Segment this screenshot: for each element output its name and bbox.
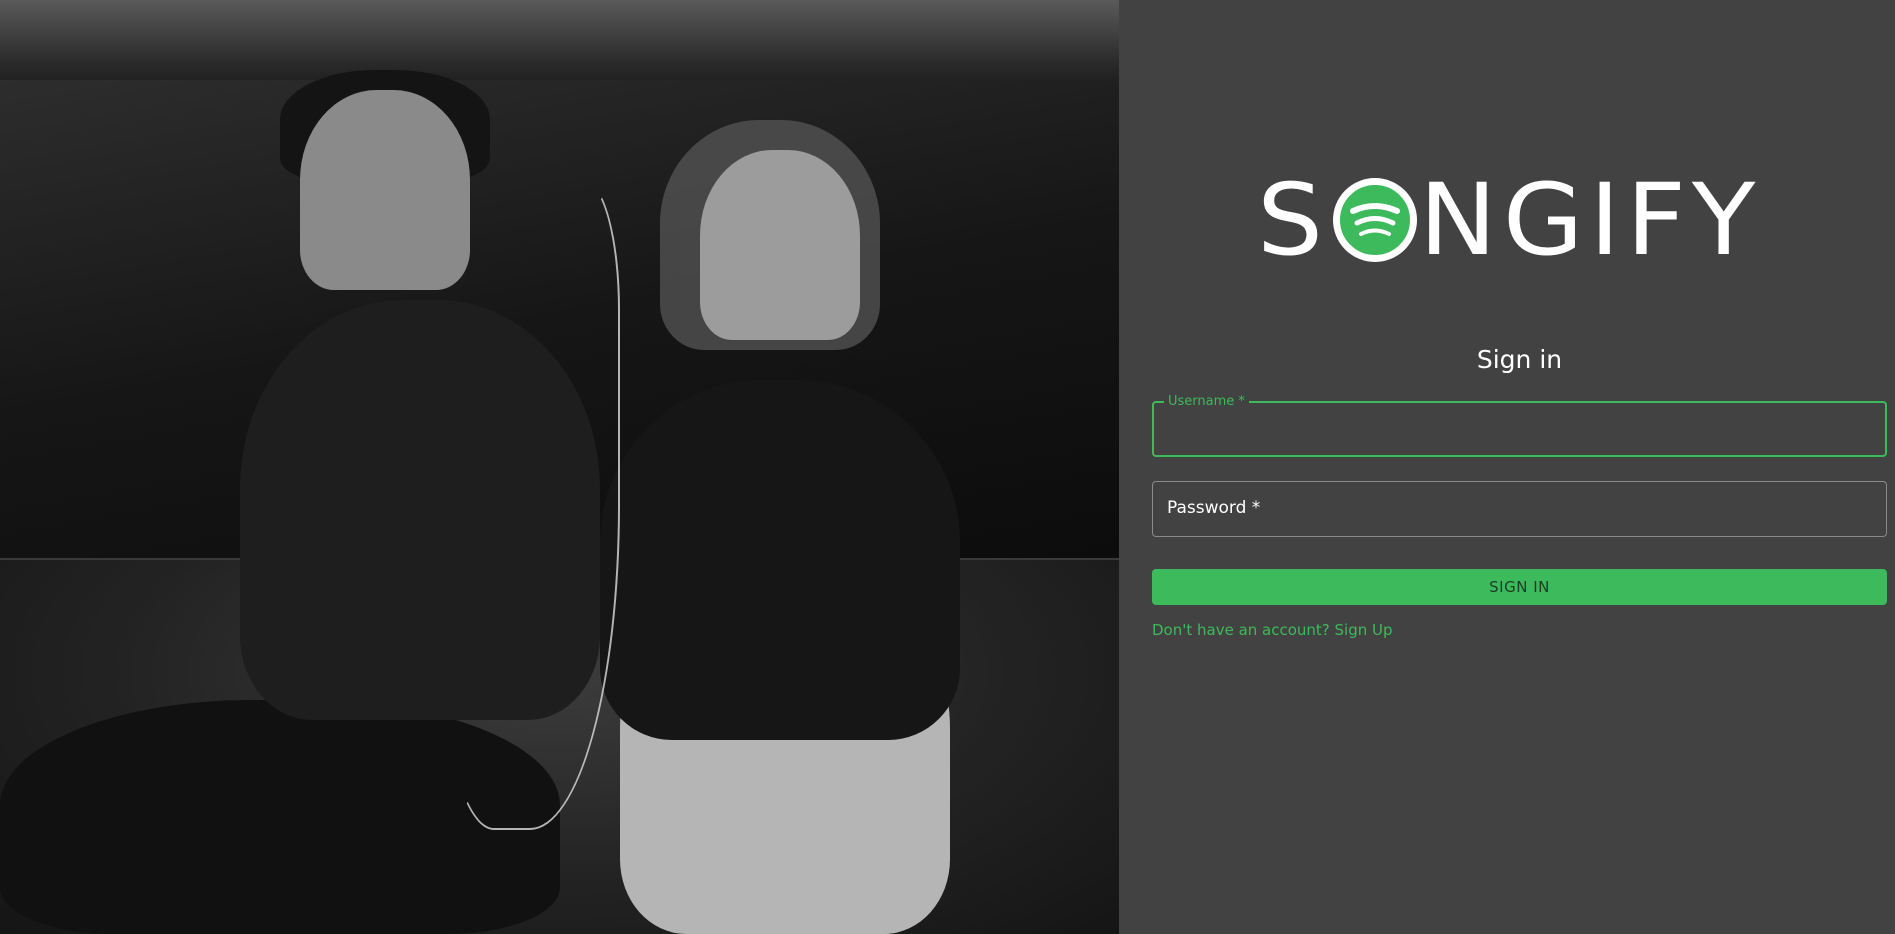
logo-text-end: NGIFY: [1419, 162, 1762, 278]
username-field[interactable]: Username *: [1152, 394, 1887, 457]
spotify-icon: [1333, 178, 1418, 262]
earphone-cable: [440, 180, 620, 830]
songify-logo: S NGIFY: [1257, 162, 1777, 278]
hero-photo: [0, 0, 1119, 934]
signin-title: Sign in: [1476, 345, 1563, 374]
signup-link[interactable]: Don't have an account? Sign Up: [1152, 621, 1393, 639]
login-panel: S NGIFY Sign in Username * Password * SI…: [1119, 0, 1895, 934]
woman-head: [700, 150, 860, 340]
logo-text-start: S: [1257, 162, 1330, 278]
username-input[interactable]: [1154, 403, 1885, 455]
password-input[interactable]: [1153, 482, 1886, 536]
login-page: S NGIFY Sign in Username * Password * SI…: [0, 0, 1895, 934]
signin-button[interactable]: SIGN IN: [1152, 569, 1887, 605]
woman-body: [600, 380, 960, 740]
man-head: [300, 90, 470, 290]
password-field[interactable]: Password *: [1152, 481, 1887, 537]
car-roof: [0, 0, 1119, 90]
